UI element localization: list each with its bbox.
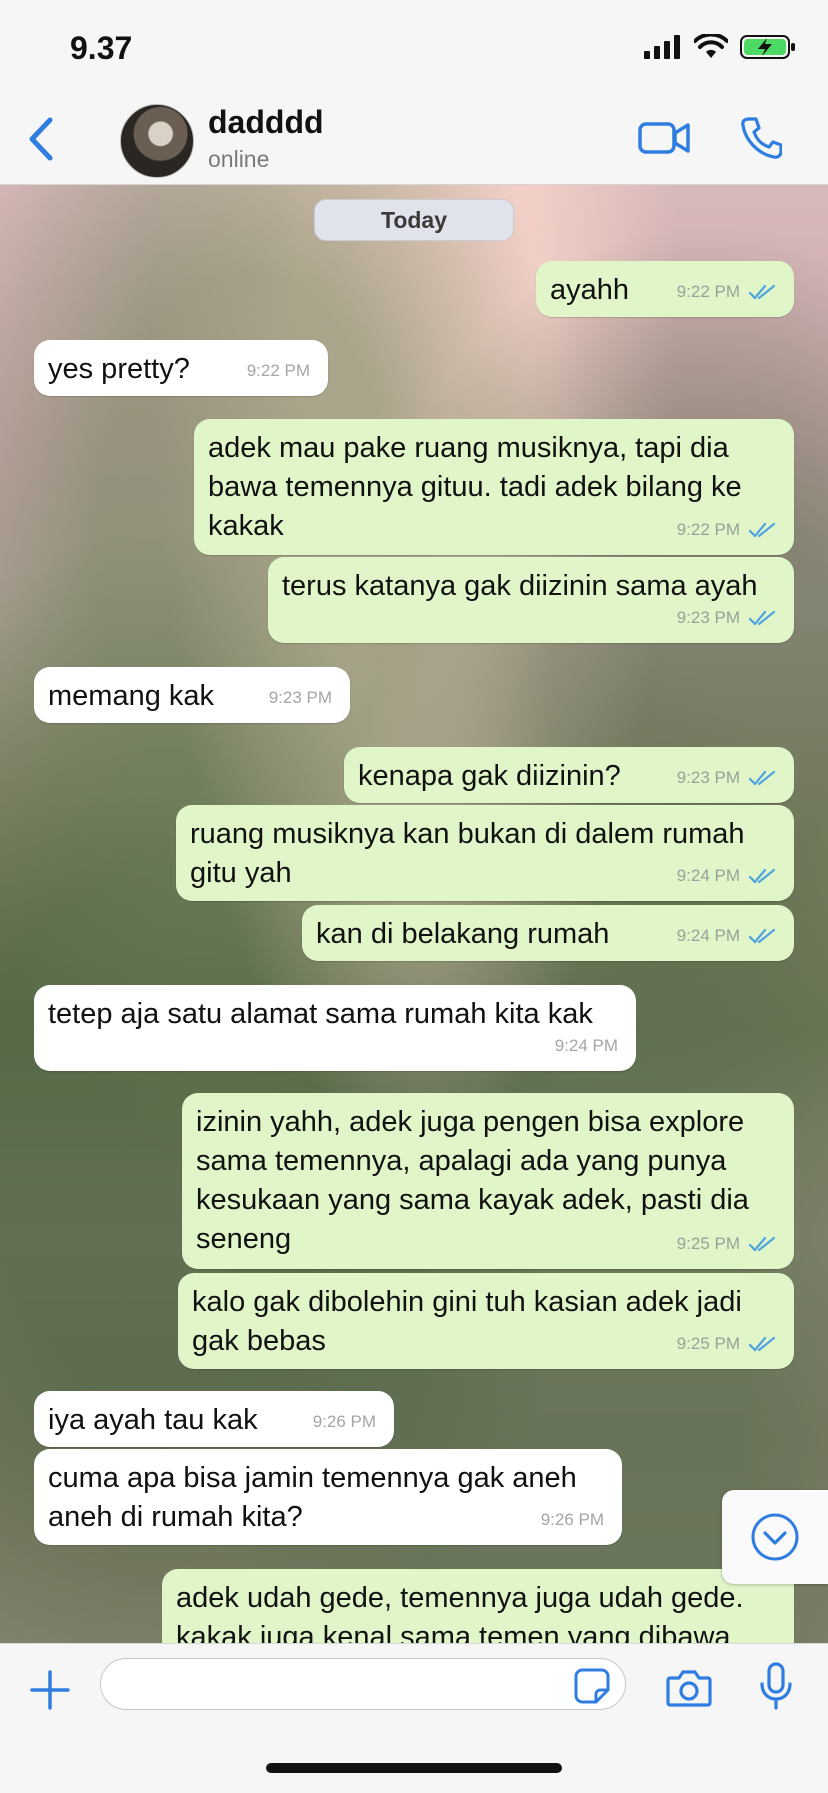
message-meta: 9:24 PM <box>677 856 776 895</box>
message-meta: 9:24 PM <box>677 916 776 955</box>
plus-icon[interactable] <box>30 1670 70 1710</box>
double-check-icon <box>748 522 776 538</box>
cellular-signal-icon <box>644 35 680 59</box>
contact-status: online <box>208 146 270 172</box>
back-chevron-icon[interactable] <box>22 114 62 164</box>
double-check-icon <box>748 610 776 626</box>
chat-area[interactable]: Today ayahh 9:22 PM yes pretty? 9:22 PM … <box>0 185 828 1643</box>
message-time: 9:24 PM <box>676 926 740 945</box>
message-bubble-incoming[interactable]: cuma apa bisa jamin temennya gak aneh an… <box>34 1449 622 1545</box>
message-meta: 9:23 PM <box>269 678 332 717</box>
double-check-icon <box>748 1236 776 1252</box>
message-meta: 9:25 PM <box>677 1324 776 1363</box>
message-time: 9:22 PM <box>676 520 740 539</box>
sticker-icon[interactable] <box>574 1668 610 1704</box>
message-bubble-outgoing[interactable]: kan di belakang rumah 9:24 PM <box>302 905 794 961</box>
message-text: iya ayah tau kak <box>48 1404 258 1436</box>
message-input[interactable] <box>100 1658 626 1710</box>
double-check-icon <box>748 284 776 300</box>
message-text: memang kak <box>48 680 215 712</box>
contact-name[interactable]: dadddd <box>208 104 324 141</box>
message-meta: 9:24 PM <box>555 1026 618 1065</box>
message-meta: 9:25 PM <box>677 1224 776 1263</box>
message-bubble-outgoing[interactable]: kalo gak dibolehin gini tuh kasian adek … <box>178 1273 794 1369</box>
message-text: yes pretty? <box>48 353 190 385</box>
status-time: 9.37 <box>70 30 133 66</box>
message-bubble-outgoing[interactable]: adek udah gede, temennya juga udah gede.… <box>162 1569 794 1643</box>
scroll-to-bottom-button[interactable] <box>722 1490 828 1584</box>
message-time: 9:26 PM <box>312 1412 376 1431</box>
message-text: ruang musiknya kan bukan di dalem rumah … <box>190 818 745 889</box>
message-bubble-outgoing[interactable]: izinin yahh, adek juga pengen bisa explo… <box>182 1093 794 1269</box>
avatar[interactable] <box>120 104 194 178</box>
message-meta: 9:23 PM <box>677 598 776 637</box>
home-indicator <box>266 1763 562 1773</box>
battery-charging-icon <box>740 35 795 59</box>
message-time: 9:24 PM <box>554 1036 618 1055</box>
message-meta: 9:23 PM <box>677 758 776 797</box>
double-check-icon <box>748 1336 776 1352</box>
message-bubble-outgoing[interactable]: terus katanya gak diizinin sama ayah 9:2… <box>268 557 794 643</box>
double-check-icon <box>748 868 776 884</box>
message-text: kalo gak dibolehin gini tuh kasian adek … <box>192 1286 742 1357</box>
message-meta: 9:26 PM <box>541 1500 604 1539</box>
message-bubble-outgoing[interactable]: kenapa gak diizinin? 9:23 PM <box>344 747 794 803</box>
message-text: adek mau pake ruang musiknya, tapi dia b… <box>208 432 742 542</box>
message-time: 9:22 PM <box>246 361 310 380</box>
message-text: izinin yahh, adek juga pengen bisa explo… <box>196 1106 749 1255</box>
message-time: 9:23 PM <box>676 768 740 787</box>
message-time: 9:22 PM <box>676 282 740 301</box>
status-icons <box>644 34 796 60</box>
message-bubble-incoming[interactable]: memang kak 9:23 PM <box>34 667 350 723</box>
message-bubble-incoming[interactable]: iya ayah tau kak 9:26 PM <box>34 1391 394 1447</box>
message-text: adek udah gede, temennya juga udah gede.… <box>176 1582 744 1643</box>
message-text: cuma apa bisa jamin temennya gak aneh an… <box>48 1462 577 1533</box>
message-bubble-incoming[interactable]: yes pretty? 9:22 PM <box>34 340 328 396</box>
message-text: tetep aja satu alamat sama rumah kita ka… <box>48 998 593 1030</box>
message-time: 9:23 PM <box>676 608 740 627</box>
date-separator: Today <box>314 199 514 241</box>
message-time: 9:25 PM <box>676 1334 740 1353</box>
message-meta: 9:22 PM <box>677 510 776 549</box>
message-time: 9:26 PM <box>540 1510 604 1529</box>
message-meta: 9:22 PM <box>247 351 310 390</box>
microphone-icon[interactable] <box>758 1662 794 1710</box>
message-text: kenapa gak diizinin? <box>358 760 621 792</box>
message-time: 9:25 PM <box>676 1234 740 1253</box>
message-time: 9:23 PM <box>268 688 332 707</box>
message-meta: 9:22 PM <box>677 272 776 311</box>
message-time: 9:24 PM <box>676 866 740 885</box>
chat-header: dadddd online <box>0 92 828 185</box>
camera-icon[interactable] <box>666 1668 712 1708</box>
wifi-icon <box>694 34 728 58</box>
double-check-icon <box>748 928 776 944</box>
message-meta: 9:26 PM <box>313 1402 376 1441</box>
status-bar: 9.37 <box>0 0 828 92</box>
video-call-icon[interactable] <box>638 118 690 158</box>
double-check-icon <box>748 770 776 786</box>
message-text: ayahh <box>550 274 630 306</box>
message-text: kan di belakang rumah <box>316 918 610 950</box>
message-bubble-outgoing[interactable]: ayahh 9:22 PM <box>536 261 794 317</box>
message-bubble-incoming[interactable]: tetep aja satu alamat sama rumah kita ka… <box>34 985 636 1071</box>
chevron-down-circle-icon <box>751 1513 799 1561</box>
message-bubble-outgoing[interactable]: ruang musiknya kan bukan di dalem rumah … <box>176 805 794 901</box>
phone-icon[interactable] <box>740 116 782 160</box>
message-bubble-outgoing[interactable]: adek mau pake ruang musiknya, tapi dia b… <box>194 419 794 555</box>
